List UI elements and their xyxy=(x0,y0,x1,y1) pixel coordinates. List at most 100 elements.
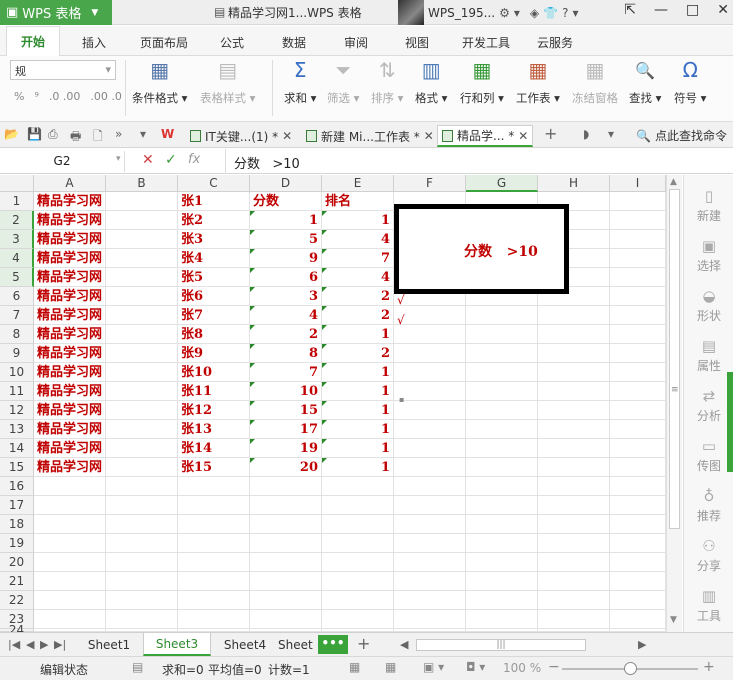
cell[interactable] xyxy=(34,534,106,553)
macro-icon[interactable]: ▤ xyxy=(132,660,143,674)
export-pdf-icon[interactable]: ⎙ xyxy=(48,127,58,142)
freeze-pane-button[interactable]: ▦ 冻结窗格 xyxy=(572,58,618,106)
cell[interactable]: 张8 xyxy=(178,325,250,344)
row-header[interactable]: 7 xyxy=(0,306,34,325)
cell[interactable] xyxy=(106,344,178,363)
user-name[interactable]: WPS_195... xyxy=(428,6,495,20)
cell[interactable]: 精品学习网 xyxy=(34,363,106,382)
cell[interactable]: 分数 xyxy=(250,192,322,211)
side-properties-button[interactable]: ▤ 属性 xyxy=(684,337,733,374)
command-search[interactable]: 🔍 点此查找命令 xyxy=(636,127,727,144)
cell[interactable] xyxy=(538,534,610,553)
side-tools-button[interactable]: ▥ 工具 xyxy=(684,587,733,624)
page-layout-view-icon[interactable]: ▣ ▾ xyxy=(423,660,444,674)
cell[interactable]: 精品学习网 xyxy=(34,344,106,363)
prev-sheet-icon[interactable]: ◀ xyxy=(26,638,34,651)
cell[interactable] xyxy=(106,211,178,230)
cell[interactable] xyxy=(538,591,610,610)
scroll-left-icon[interactable]: ◀ xyxy=(400,638,408,651)
cell[interactable]: 张3 xyxy=(178,230,250,249)
cell[interactable]: 精品学习网 xyxy=(34,439,106,458)
avatar[interactable] xyxy=(398,0,424,25)
cell[interactable] xyxy=(106,572,178,591)
row-header[interactable]: 4 xyxy=(0,249,34,268)
cell[interactable] xyxy=(178,534,250,553)
cell[interactable] xyxy=(466,496,538,515)
cell[interactable] xyxy=(394,610,466,629)
cell[interactable] xyxy=(322,515,394,534)
cell[interactable] xyxy=(106,610,178,629)
row-header[interactable]: 17 xyxy=(0,496,34,515)
more-icon[interactable]: » xyxy=(115,127,122,141)
cell[interactable] xyxy=(106,192,178,211)
cell[interactable] xyxy=(538,382,610,401)
print-icon[interactable]: 🖶 xyxy=(70,127,81,148)
sum-button[interactable]: Σ 求和 ▾ xyxy=(284,58,316,106)
cell[interactable] xyxy=(610,287,666,306)
restore-icon[interactable]: ⇱ xyxy=(624,2,636,18)
side-share-button[interactable]: ⚇ 分享 xyxy=(684,537,733,574)
cell[interactable] xyxy=(466,363,538,382)
row-header[interactable]: 20 xyxy=(0,553,34,572)
decrease-decimal-button[interactable]: .00 .0 xyxy=(90,90,122,103)
cell[interactable] xyxy=(394,553,466,572)
cell[interactable] xyxy=(106,306,178,325)
cell[interactable] xyxy=(178,610,250,629)
column-header-a[interactable]: A xyxy=(34,175,106,192)
tab-formulas[interactable]: 公式 xyxy=(220,34,244,51)
cell[interactable] xyxy=(106,496,178,515)
print-preview-icon[interactable]: 🗋 xyxy=(93,127,103,148)
tab-developer[interactable]: 开发工具 xyxy=(462,34,510,51)
cell[interactable]: 1 xyxy=(322,325,394,344)
cell[interactable]: 2 xyxy=(250,325,322,344)
worksheet-button[interactable]: ▦ 工作表 ▾ xyxy=(516,58,560,106)
tab-review[interactable]: 审阅 xyxy=(344,34,368,51)
cell[interactable] xyxy=(466,382,538,401)
cell[interactable] xyxy=(322,610,394,629)
cell[interactable]: 精品学习网 xyxy=(34,268,106,287)
cell[interactable] xyxy=(610,306,666,325)
chevron-down-icon[interactable]: ▾ xyxy=(608,127,614,141)
cell[interactable] xyxy=(610,420,666,439)
cell[interactable] xyxy=(610,382,666,401)
cell[interactable]: 张14 xyxy=(178,439,250,458)
cell[interactable] xyxy=(538,610,610,629)
cell[interactable] xyxy=(610,192,666,211)
cell[interactable] xyxy=(466,591,538,610)
settings-icon[interactable]: ⚙ xyxy=(499,6,510,20)
filter-button[interactable]: ⏷ 筛选 ▾ xyxy=(327,58,359,106)
cell[interactable] xyxy=(322,496,394,515)
cell[interactable] xyxy=(610,534,666,553)
close-button[interactable]: ✕ xyxy=(717,2,729,18)
maximize-button[interactable]: □ xyxy=(686,2,699,18)
cell[interactable]: 20 xyxy=(250,458,322,477)
cell[interactable] xyxy=(106,553,178,572)
name-box[interactable]: G2 xyxy=(0,151,125,172)
panel-toggle-handle[interactable] xyxy=(727,372,733,472)
tab-cloud[interactable]: 云服务 xyxy=(537,34,573,51)
increase-decimal-button[interactable]: .0 .00 xyxy=(49,90,81,103)
column-header-h[interactable]: H xyxy=(538,175,610,192)
row-col-button[interactable]: ▦ 行和列 ▾ xyxy=(460,58,504,106)
cell[interactable]: 精品学习网 xyxy=(34,287,106,306)
cell[interactable] xyxy=(466,439,538,458)
cell[interactable]: 1 xyxy=(322,363,394,382)
normal-view-icon[interactable]: ▦ xyxy=(349,660,360,674)
cell[interactable]: 19 xyxy=(250,439,322,458)
cell[interactable] xyxy=(394,591,466,610)
side-new-button[interactable]: ▯ 新建 xyxy=(684,187,733,224)
row-header[interactable]: 21 xyxy=(0,572,34,591)
cell[interactable] xyxy=(394,382,466,401)
cell[interactable] xyxy=(610,515,666,534)
row-header[interactable]: 5 xyxy=(0,268,34,287)
cell[interactable] xyxy=(106,420,178,439)
cell[interactable]: 精品学习网 xyxy=(34,420,106,439)
cell[interactable] xyxy=(178,553,250,572)
cell[interactable]: 排名 xyxy=(322,192,394,211)
cell[interactable]: 精品学习网 xyxy=(34,401,106,420)
insert-function-icon[interactable]: fx xyxy=(188,152,200,167)
cell[interactable] xyxy=(34,515,106,534)
row-header[interactable]: 3 xyxy=(0,230,34,249)
tab-insert[interactable]: 插入 xyxy=(82,34,106,51)
cell[interactable]: 5 xyxy=(250,230,322,249)
